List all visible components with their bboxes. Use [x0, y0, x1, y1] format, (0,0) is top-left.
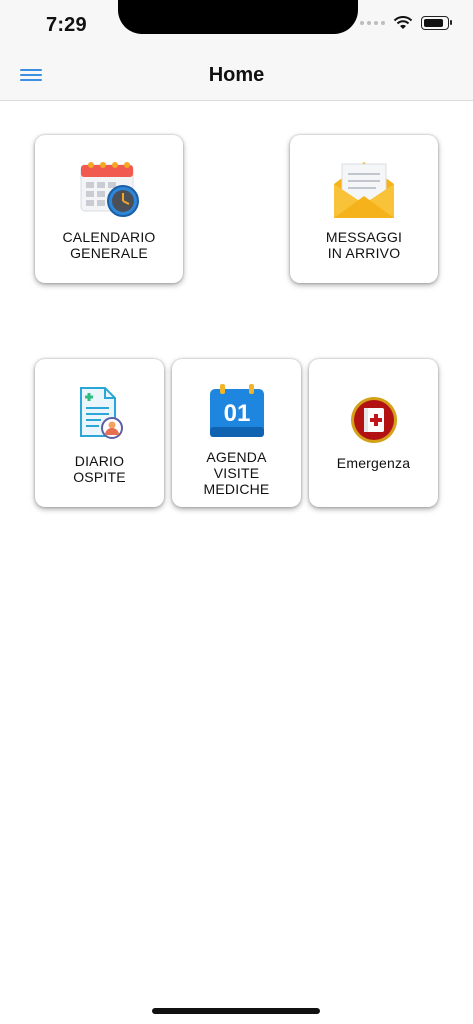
- status-icons: [360, 16, 452, 30]
- tile-diario-ospite[interactable]: DIARIO OSPITE: [35, 359, 164, 507]
- calendar-clock-icon: [77, 157, 141, 221]
- calendar-day-number: 01: [223, 400, 250, 427]
- tile-calendario-generale[interactable]: CALENDARIO GENERALE: [35, 135, 183, 283]
- medical-document-icon: [75, 381, 125, 445]
- battery-icon: [421, 16, 452, 30]
- tile-label: DIARIO OSPITE: [73, 453, 126, 485]
- page-title: Home: [208, 64, 265, 86]
- tile-emergenza[interactable]: Emergenza: [309, 359, 438, 507]
- tile-label: CALENDARIO GENERALE: [62, 229, 156, 261]
- status-time: 7:29: [46, 14, 87, 36]
- device-notch: [118, 0, 358, 34]
- tile-label: Emergenza: [336, 455, 411, 471]
- tile-messaggi-in-arrivo[interactable]: MESSAGGI IN ARRIVO: [290, 135, 438, 283]
- envelope-icon: [332, 157, 396, 221]
- status-bar: 7:29: [0, 0, 473, 52]
- tile-agenda-visite-mediche[interactable]: 01 AGENDA VISITE MEDICHE: [172, 359, 301, 507]
- signal-icon: [360, 21, 385, 25]
- calendar-01-icon: 01: [206, 383, 268, 441]
- wifi-icon: [393, 16, 413, 29]
- tile-label: AGENDA VISITE MEDICHE: [203, 449, 270, 497]
- home-indicator[interactable]: [152, 1008, 320, 1014]
- medical-book-icon: [349, 395, 399, 445]
- tile-label: MESSAGGI IN ARRIVO: [325, 229, 403, 261]
- navigation-bar: Home: [0, 52, 473, 101]
